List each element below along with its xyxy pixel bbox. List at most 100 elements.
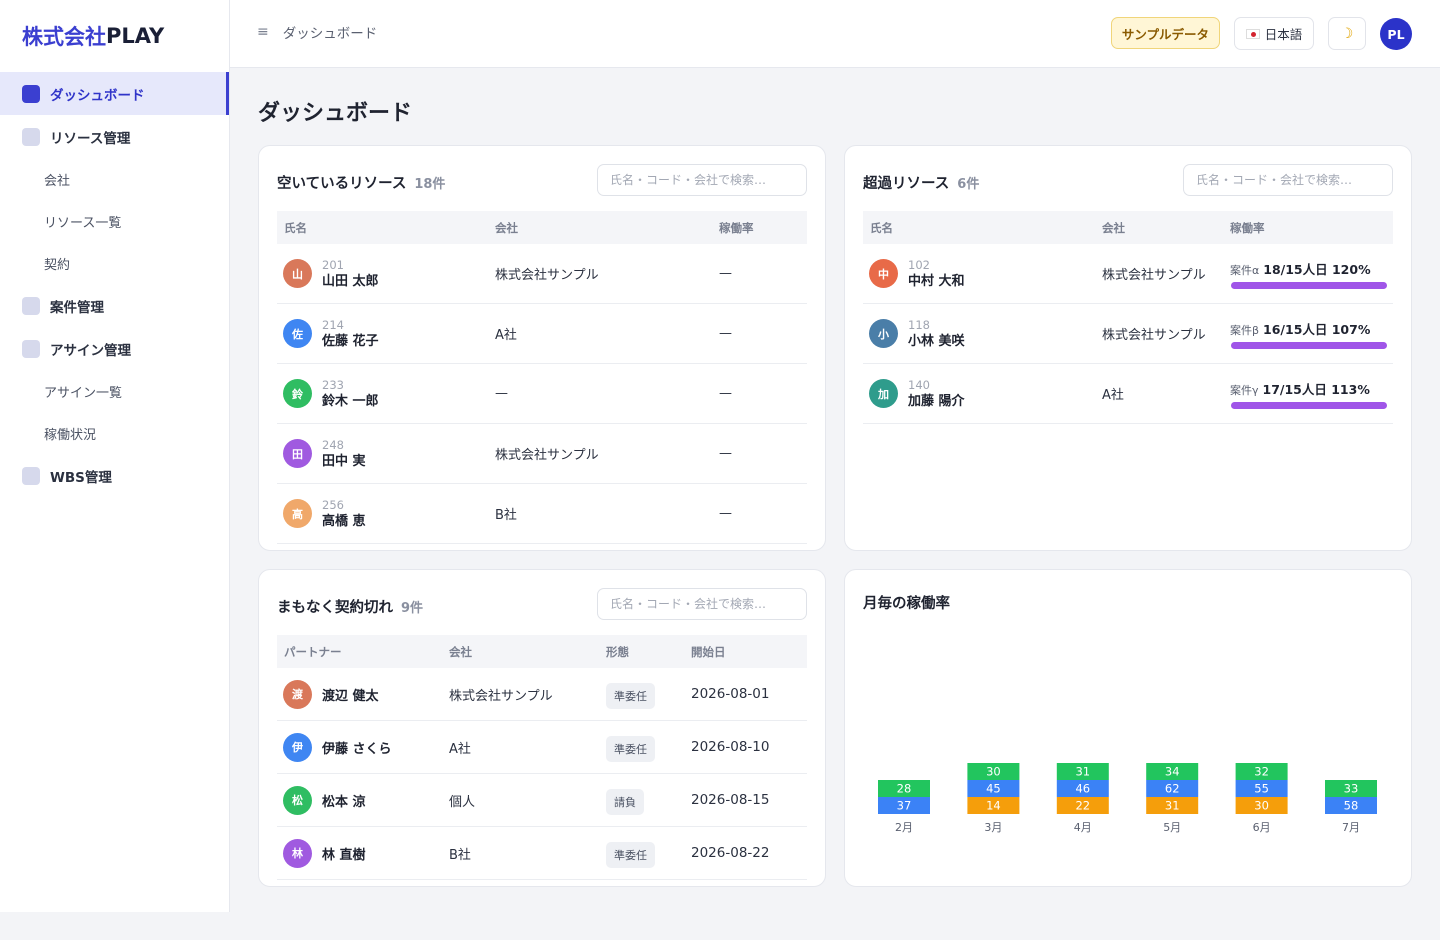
search-input[interactable] (597, 164, 807, 196)
usage-bar (1231, 402, 1387, 409)
sidebar-item-dashboard[interactable]: ダッシュボード (0, 72, 229, 115)
project-name: 案件α (1230, 264, 1260, 277)
avatar: 伊 (283, 732, 312, 762)
language-button[interactable]: 日本語 (1234, 17, 1314, 50)
table-row[interactable]: 山 201 山田 太郎 株式会社サンプル — (277, 244, 807, 304)
resource-name: 201 山田 太郎 (322, 258, 379, 290)
table-row[interactable]: 鈴 233 鈴木 一郎 — — (277, 364, 807, 424)
partner-name: 林 直樹 (322, 847, 366, 863)
x-tick-label: 5月 (1163, 821, 1181, 834)
x-tick-label: 7月 (1342, 821, 1360, 834)
sidebar-item-assign-management[interactable]: アサイン管理 (0, 327, 229, 370)
sidebar-item-wbs-management[interactable]: WBS管理 (0, 454, 229, 497)
company-cell: 株式会社サンプル (1102, 268, 1206, 283)
x-tick-label: 2月 (895, 821, 913, 834)
company-cell: A社 (1102, 388, 1124, 403)
project-name: 案件γ (1230, 384, 1259, 397)
sidebar-item-resource-management[interactable]: リソース管理 (0, 115, 229, 158)
table-row[interactable]: 加 140 加藤 陽介 A社 案件γ 17/15人日 113% (863, 364, 1393, 424)
resource-name-text: 佐藤 花子 (322, 333, 379, 349)
sidebar-item-label: リソース一覧 (44, 215, 122, 231)
company-cell: B社 (449, 847, 471, 863)
breadcrumb: ≡ ダッシュボード (257, 22, 377, 42)
contract-type-badge: 準委任 (606, 683, 655, 709)
data-label: 37 (897, 799, 912, 813)
contract-type-badge: 準委任 (606, 736, 655, 762)
logo-prefix: 株式会社 (22, 25, 106, 49)
table-row[interactable]: 松松本 涼 個人 請負 2026-08-15 (277, 774, 807, 827)
usage-detail: 18/15人日 120% (1263, 262, 1371, 277)
table-row[interactable]: 田 248 田中 実 株式会社サンプル — (277, 424, 807, 484)
partner-name: 渡辺 健太 (322, 688, 379, 704)
avatar: 林 (283, 838, 312, 868)
column-header: パートナー (284, 644, 342, 659)
menu-icon[interactable]: ≡ (257, 24, 269, 40)
company-cell: B社 (495, 508, 517, 523)
partner-name: 伊藤 さくら (322, 741, 392, 757)
data-label: 46 (1075, 782, 1090, 796)
assign-icon (22, 339, 40, 358)
card-count: 9件 (401, 601, 424, 616)
search-input[interactable] (1183, 164, 1393, 196)
data-label: 34 (1165, 765, 1180, 779)
rate-cell: — (719, 326, 732, 341)
resource-name: 248 田中 実 (322, 438, 366, 470)
x-tick-label: 6月 (1253, 821, 1271, 834)
user-avatar[interactable]: PL (1380, 18, 1412, 50)
resource-code: 140 (908, 377, 930, 392)
data-label: 45 (986, 782, 1001, 796)
resource-name-text: 鈴木 一郎 (322, 393, 379, 409)
avatar: 渡 (283, 679, 312, 709)
table-row[interactable]: 渡渡辺 健太 株式会社サンプル 準委任 2026-08-01 (277, 668, 807, 721)
column-header: 開始日 (691, 644, 726, 659)
expiring-contracts-card: まもなく契約切れ 9件 パートナー 会社 形態 開始日 渡渡辺 健太 株式会社サンプ… (258, 569, 826, 887)
dashboard-icon (22, 84, 40, 103)
table-row[interactable]: 高 256 高橋 恵 B社 — (277, 484, 807, 544)
column-header: 会社 (495, 220, 518, 235)
resource-code: 256 (322, 497, 344, 512)
monthly-utilization-card: 月毎の稼働率 37 28 2月 14 45 30 3月 22 46 31 4月 31 62 34 5月 30 5… (844, 569, 1412, 887)
table-row[interactable]: 伊伊藤 さくら A社 準委任 2026-08-10 (277, 721, 807, 774)
sidebar-item-assign-list[interactable]: アサイン一覧 (0, 370, 229, 412)
contract-type-badge: 請負 (606, 789, 644, 815)
usage-label: 案件γ 17/15人日 113% (1230, 379, 1370, 398)
sample-data-button[interactable]: サンプルデータ (1111, 17, 1220, 49)
x-tick-label: 4月 (1074, 821, 1092, 834)
monthly-utilization-chart: 37 28 2月 14 45 30 3月 22 46 31 4月 31 62 34 5月 30 55 32 6月 58… (878, 763, 1377, 834)
page-title: ダッシュボード (258, 101, 413, 126)
column-header: 会社 (1102, 220, 1125, 235)
column-header: 会社 (449, 644, 472, 659)
resource-name: 118 小林 美咲 (908, 318, 965, 350)
resource-name: 214 佐藤 花子 (322, 318, 379, 350)
theme-toggle-button[interactable]: ☽ (1328, 17, 1366, 50)
company-cell: — (495, 386, 508, 401)
company-cell: A社 (495, 328, 517, 343)
sidebar-item-utilization[interactable]: 稼働状況 (0, 412, 229, 454)
logo[interactable]: 株式会社 PLAY (0, 0, 229, 72)
start-date-cell: 2026-08-15 (691, 792, 770, 808)
data-label: 14 (986, 799, 1001, 813)
start-date-cell: 2026-08-01 (691, 686, 770, 702)
company-cell: 株式会社サンプル (1102, 328, 1206, 343)
sidebar-item-company[interactable]: 会社 (0, 158, 229, 200)
table-row[interactable]: 小 118 小林 美咲 株式会社サンプル 案件β 16/15人日 107% (863, 304, 1393, 364)
data-label: 58 (1344, 799, 1359, 813)
avatar: 田 (283, 439, 312, 468)
rate-cell: — (719, 446, 732, 461)
table-row[interactable]: 中 102 中村 大和 株式会社サンプル 案件α 18/15人日 120% (863, 244, 1393, 304)
resource-name-text: 山田 太郎 (322, 273, 379, 289)
card-title: 空いているリソース 18件 (277, 172, 445, 193)
sidebar-item-resource-list[interactable]: リソース一覧 (0, 200, 229, 242)
usage-label: 案件β 16/15人日 107% (1230, 319, 1370, 338)
resource-name: 233 鈴木 一郎 (322, 378, 379, 410)
avatar: 松 (283, 785, 312, 815)
column-header: 氏名 (870, 220, 893, 235)
sidebar-item-project-management[interactable]: 案件管理 (0, 284, 229, 327)
sidebar-item-contract[interactable]: 契約 (0, 242, 229, 284)
table-row[interactable]: 佐 214 佐藤 花子 A社 — (277, 304, 807, 364)
table-row[interactable]: 林林 直樹 B社 準委任 2026-08-22 (277, 827, 807, 880)
avatar: 山 (283, 259, 312, 288)
japan-flag-icon (1245, 28, 1260, 39)
search-input[interactable] (597, 588, 807, 620)
resource-code: 248 (322, 437, 344, 452)
